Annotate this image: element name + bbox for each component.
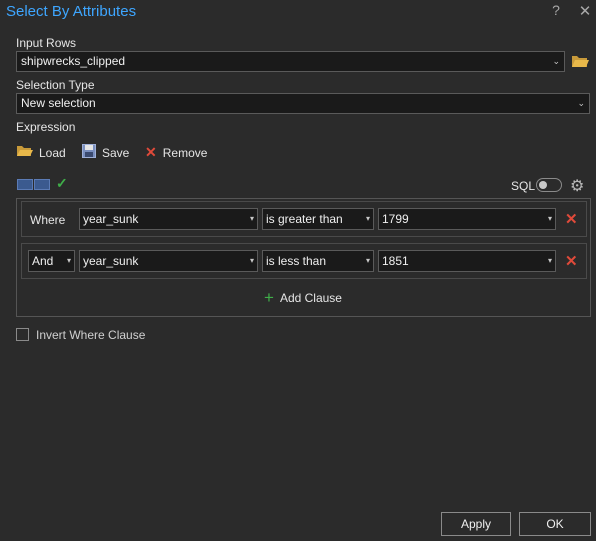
chevron-down-icon: ⌄ [577,98,585,108]
sql-label: SQL [511,179,536,193]
add-clause-button[interactable]: + Add Clause [264,288,342,307]
clause-connector: Where [30,213,66,227]
window-title: Select By Attributes [6,3,137,20]
folder-icon[interactable] [571,53,589,69]
field-value: year_sunk [83,254,139,268]
chevron-down-icon: ▾ [66,256,71,265]
chevron-down-icon: ▾ [365,214,370,223]
input-rows-label: Input Rows [16,36,77,50]
connector-dropdown[interactable]: And ▾ [28,250,75,272]
field-dropdown[interactable]: year_sunk ▾ [79,208,258,230]
value-text: 1799 [382,212,409,226]
operator-value: is greater than [266,212,343,226]
chevron-down-icon: ▾ [249,214,254,223]
remove-label: Remove [162,145,208,160]
selection-type-value: New selection [21,96,96,110]
remove-clause-x-icon[interactable]: ✕ [565,252,578,270]
clause-mode-icon[interactable] [17,179,33,190]
help-button[interactable]: ? [549,2,563,18]
chevron-down-icon: ▾ [547,214,552,223]
value-text: 1851 [382,254,409,268]
save-button[interactable]: Save [82,144,129,161]
folder-icon [17,144,33,161]
sql-mode-icon[interactable] [34,179,50,190]
input-rows-dropdown[interactable]: shipwrecks_clipped ⌄ [16,51,565,72]
save-label: Save [102,145,130,160]
operator-dropdown[interactable]: is greater than ▾ [262,208,374,230]
selection-type-label: Selection Type [16,78,95,92]
chevron-down-icon: ⌄ [552,56,560,66]
add-clause-label: Add Clause [279,291,342,305]
ok-button[interactable]: OK [519,512,591,536]
chevron-down-icon: ▾ [249,256,254,265]
remove-button[interactable]: ✕ Remove [145,144,207,161]
plus-icon: + [264,288,274,307]
load-label: Load [39,145,66,160]
x-icon: ✕ [145,144,157,160]
invert-checkbox[interactable] [16,328,29,341]
operator-dropdown[interactable]: is less than ▾ [262,250,374,272]
apply-button[interactable]: Apply [441,512,511,536]
gear-icon[interactable]: ⚙ [570,176,584,196]
remove-clause-x-icon[interactable]: ✕ [565,210,578,228]
chevron-down-icon: ▾ [365,256,370,265]
selection-type-dropdown[interactable]: New selection ⌄ [16,93,590,114]
input-rows-value: shipwrecks_clipped [21,54,126,68]
connector-value: And [32,254,54,268]
value-dropdown[interactable]: 1799 ▾ [378,208,556,230]
floppy-disk-icon [82,144,96,161]
invert-label: Invert Where Clause [36,328,146,342]
close-button[interactable]: ✕ [578,2,592,20]
operator-value: is less than [266,254,327,268]
checkmark-icon[interactable]: ✓ [56,175,68,192]
load-button[interactable]: Load [17,144,66,161]
value-dropdown[interactable]: 1851 ▾ [378,250,556,272]
field-dropdown[interactable]: year_sunk ▾ [79,250,258,272]
expression-label: Expression [16,120,76,134]
chevron-down-icon: ▾ [547,256,552,265]
sql-toggle[interactable] [536,178,562,192]
field-value: year_sunk [83,212,139,226]
